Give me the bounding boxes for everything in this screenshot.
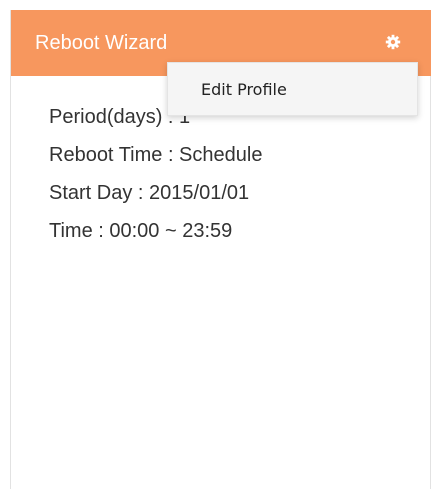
- panel-body: Period(days) : 1 Reboot Time : Schedule …: [49, 98, 262, 250]
- start-day-text: Start Day : 2015/01/01: [49, 182, 250, 204]
- reboot-time-text: Reboot Time : Schedule: [49, 144, 263, 166]
- panel-title: Reboot Wizard: [35, 32, 168, 54]
- time-range-text: Time : 00:00 ~ 23:59: [49, 220, 233, 242]
- edit-profile-menu-item[interactable]: Edit Profile: [168, 63, 417, 115]
- settings-dropdown-menu: Edit Profile: [167, 62, 418, 116]
- gear-icon[interactable]: [385, 34, 401, 50]
